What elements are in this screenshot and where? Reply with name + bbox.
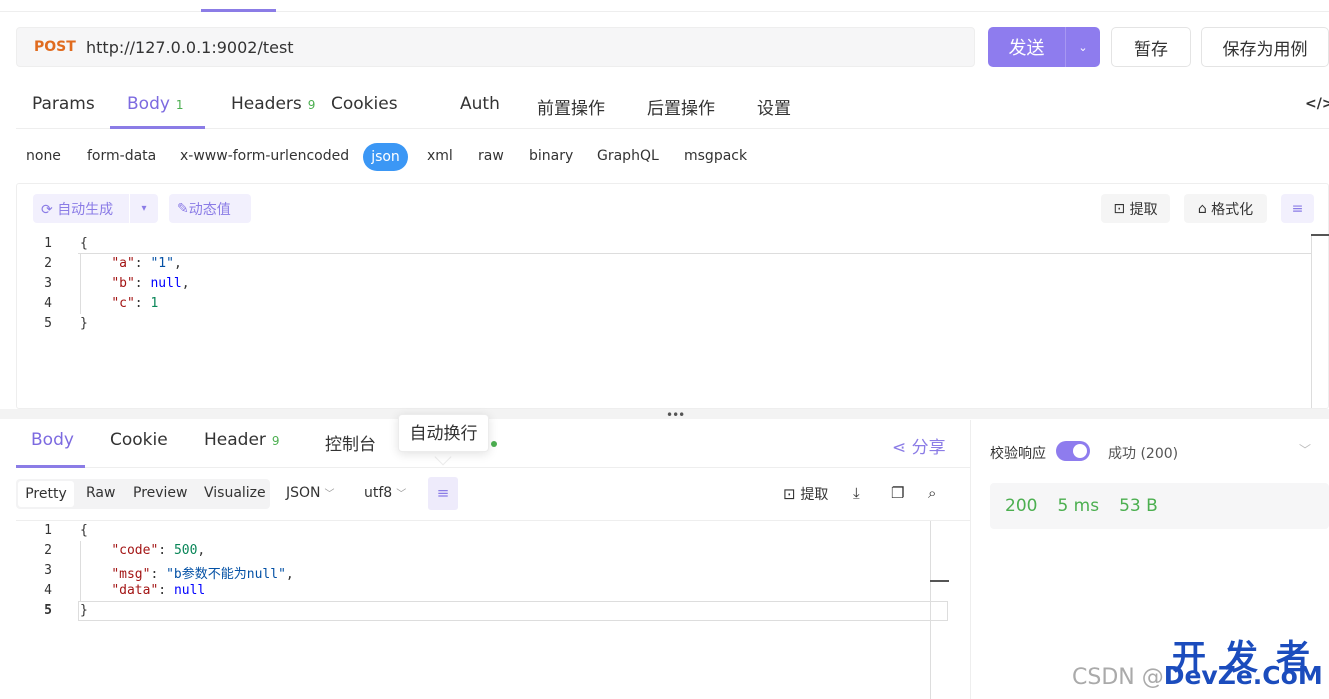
extract-icon: ⊡ — [783, 485, 801, 503]
line-number: 3 — [44, 563, 52, 578]
response-metrics: 200 5 ms 53 B — [990, 483, 1329, 529]
tab-count: 9 — [307, 98, 316, 112]
code-snippet-icon[interactable]: </> — [1305, 96, 1329, 112]
share-button[interactable]: ⋖ 分享 — [892, 433, 946, 458]
top-strip — [0, 0, 1329, 12]
format-button[interactable]: ⌂ 格式化 — [1184, 194, 1267, 223]
body-type-raw[interactable]: raw — [478, 148, 504, 164]
send-dropdown-chevron-icon[interactable]: ⌄ — [1066, 41, 1100, 54]
chevron-down-icon[interactable]: ▾ — [129, 194, 158, 223]
code-line: "data": null — [111, 583, 206, 598]
tab-count: 9 — [271, 434, 280, 448]
tab-auth[interactable]: Auth — [460, 94, 500, 114]
url-input[interactable]: http://127.0.0.1:9002/test — [86, 38, 294, 57]
resp-tab-header[interactable]: Header 9 — [204, 430, 280, 450]
send-label: 发送 — [1008, 38, 1045, 59]
scrollbar[interactable] — [1311, 234, 1312, 408]
line-number: 5 — [44, 316, 52, 331]
code-line: } — [80, 316, 88, 331]
code-line: } — [80, 603, 88, 618]
refresh-icon: ⟳ — [41, 201, 58, 218]
line-number: 1 — [44, 523, 52, 538]
tab-pre-operations[interactable]: 前置操作 — [537, 94, 605, 119]
tab-cookies[interactable]: Cookies — [331, 94, 398, 114]
magic-wand-icon: ✎ — [177, 200, 189, 217]
watermark-text: CSDN @DevZe.CoM — [1072, 661, 1323, 690]
current-line-highlight — [78, 601, 948, 621]
chevron-down-icon[interactable]: ﹀ — [1299, 441, 1311, 458]
body-type-none[interactable]: none — [26, 148, 61, 164]
tab-params[interactable]: Params — [32, 94, 95, 114]
search-icon[interactable]: ⌕ — [928, 484, 936, 502]
validation-result-select[interactable]: 成功 (200) — [1108, 443, 1178, 463]
tab-headers[interactable]: Headers 9 — [231, 94, 315, 114]
request-tabs: Params Body 1 Headers 9 Cookies Auth 前置操作 … — [16, 84, 1329, 129]
resp-tab-cookie[interactable]: Cookie — [110, 430, 168, 450]
format-select[interactable]: JSON ﹀ — [286, 485, 335, 501]
line-number: 3 — [44, 276, 52, 291]
code-line: { — [80, 523, 88, 538]
method-select[interactable]: POST — [34, 39, 86, 55]
body-type-xml[interactable]: xml — [427, 148, 453, 164]
encoding-select[interactable]: utf8 ﹀ — [364, 485, 406, 501]
wrap-lines-icon[interactable]: ≡ — [428, 477, 458, 510]
body-type-json[interactable]: json — [363, 143, 408, 171]
save-as-case-button[interactable]: 保存为用例 — [1201, 27, 1329, 67]
line-number: 4 — [44, 583, 52, 598]
validate-response-toggle[interactable] — [1056, 441, 1090, 461]
panel-splitter[interactable] — [0, 409, 1329, 419]
tab-settings[interactable]: 设置 — [757, 94, 791, 119]
chevron-down-icon: ﹀ — [396, 489, 407, 500]
validate-response-label: 校验响应 — [990, 446, 1046, 462]
extract-button[interactable]: ⊡ 提取 — [783, 484, 828, 504]
line-number: 2 — [44, 256, 52, 271]
active-tab-indicator — [110, 126, 205, 129]
code-line: { — [80, 236, 88, 251]
download-icon[interactable]: ⤓ — [853, 484, 860, 502]
body-type-msgpack[interactable]: msgpack — [684, 148, 747, 164]
code-line: "a": "1", — [111, 256, 182, 271]
extract-icon: ⊡ — [1113, 200, 1130, 217]
status-dot — [491, 441, 497, 447]
tab-post-operations[interactable]: 后置操作 — [647, 94, 715, 119]
send-button[interactable]: 发送 ⌄ — [988, 27, 1100, 67]
view-preview[interactable]: Preview — [133, 485, 188, 501]
resp-tab-body[interactable]: Body — [31, 430, 74, 450]
chevron-down-icon: ﹀ — [324, 489, 335, 500]
tab-body[interactable]: Body 1 — [127, 94, 184, 114]
dynamic-value-button[interactable]: ✎ 动态值 — [169, 194, 251, 223]
view-visualize[interactable]: Visualize — [204, 485, 266, 501]
status-code: 200 — [1005, 496, 1038, 516]
view-raw[interactable]: Raw — [86, 485, 115, 501]
code-line: "c": 1 — [111, 296, 159, 311]
code-line: "msg": "b参数不能为null", — [111, 567, 294, 582]
tab-count: 1 — [175, 98, 184, 112]
copy-icon[interactable]: ❐ — [891, 484, 904, 502]
auto-generate-button[interactable]: ⟳ 自动生成 ▾ — [33, 194, 158, 223]
scrollbar[interactable] — [930, 521, 931, 699]
line-number: 2 — [44, 543, 52, 558]
format-icon: ⌂ — [1197, 200, 1212, 217]
body-type-graphql[interactable]: GraphQL — [597, 148, 659, 164]
body-type-form-data[interactable]: form-data — [87, 148, 156, 164]
code-line: "code": 500, — [111, 543, 206, 558]
url-bar[interactable]: POST http://127.0.0.1:9002/test — [16, 27, 975, 67]
tooltip: 自动换行 — [398, 414, 489, 452]
wrap-lines-icon[interactable]: ≡ — [1281, 194, 1314, 223]
resp-tab-console[interactable]: 控制台 — [325, 430, 376, 455]
view-pretty[interactable]: Pretty — [18, 481, 74, 507]
draft-button[interactable]: 暂存 — [1111, 27, 1191, 67]
active-tab-indicator — [16, 465, 85, 468]
line-number: 1 — [44, 236, 52, 251]
share-icon: ⋖ — [892, 438, 912, 458]
body-type-urlencoded[interactable]: x-www-form-urlencoded — [180, 148, 349, 164]
response-time: 5 ms — [1057, 496, 1100, 516]
body-type-binary[interactable]: binary — [529, 148, 573, 164]
code-line: "b": null, — [111, 276, 190, 291]
line-number: 5 — [44, 603, 52, 618]
line-number: 4 — [44, 296, 52, 311]
current-line-highlight — [78, 234, 1311, 254]
response-size: 53 B — [1119, 496, 1158, 516]
extract-button[interactable]: ⊡ 提取 — [1101, 194, 1170, 223]
